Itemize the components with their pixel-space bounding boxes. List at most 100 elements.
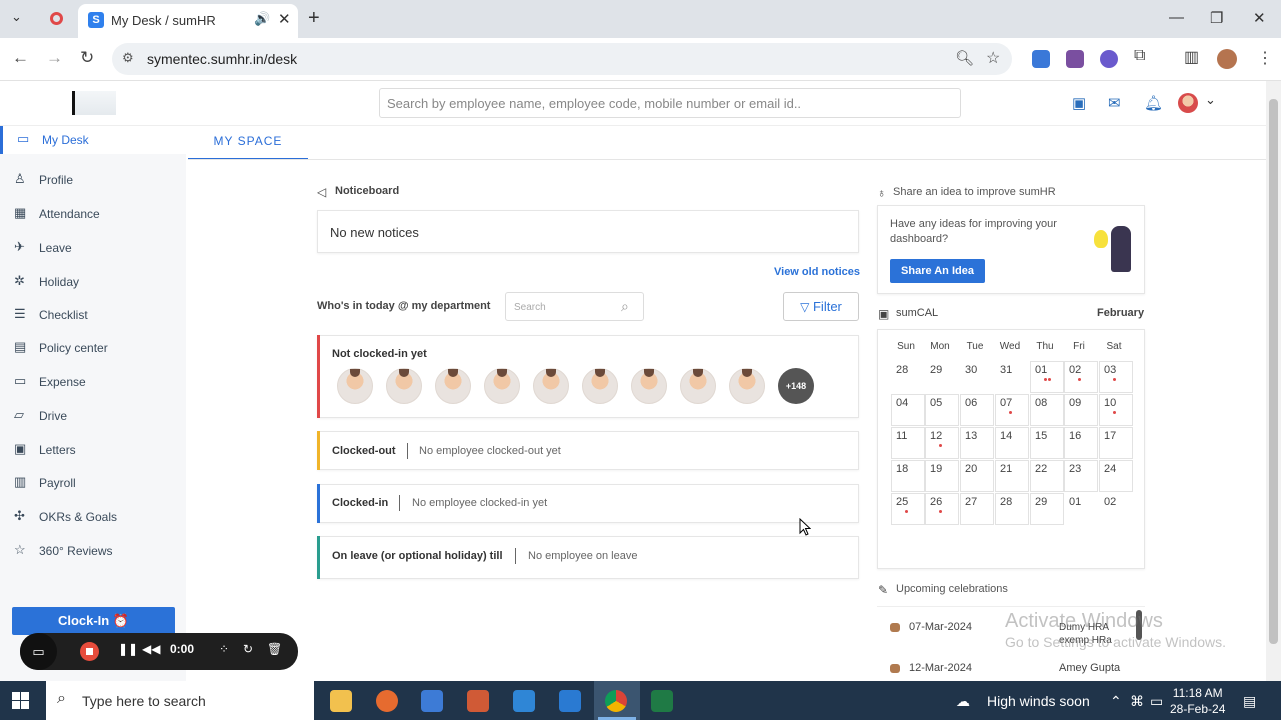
calendar-day[interactable]: 04 [891, 394, 925, 426]
calendar-day[interactable]: 03 [1099, 361, 1133, 393]
calendar-day[interactable]: 21 [995, 460, 1029, 492]
extensions-puzzle-icon[interactable]: ⧉ [1134, 47, 1145, 65]
calendar-day[interactable]: 23 [1064, 460, 1098, 492]
side-panel-icon[interactable]: ▥ [1184, 47, 1199, 67]
calendar-day[interactable]: 19 [925, 460, 959, 492]
grid-icon[interactable]: ⁘ [219, 642, 229, 656]
tab-my-space[interactable]: MY SPACE [188, 126, 308, 160]
page-scrollbar[interactable] [1266, 81, 1281, 681]
extension-gear-icon[interactable] [1100, 50, 1118, 68]
calendar-day[interactable]: 14 [995, 427, 1029, 459]
sidebar-item-profile[interactable]: ♙ Profile [0, 166, 186, 194]
tab-search-chevron-icon[interactable]: ⌄ [11, 9, 22, 25]
browser-menu-icon[interactable]: ⋮ [1257, 48, 1273, 68]
windows-start-icon[interactable] [12, 692, 29, 709]
sidebar-item-checklist[interactable]: ☰ Checklist [0, 301, 186, 329]
rewind-icon[interactable]: ◀◀ [142, 642, 160, 656]
extension-screen-icon[interactable] [1032, 50, 1050, 68]
delete-icon[interactable]: 🗑︎ [267, 642, 282, 656]
taskbar-clock[interactable]: 11:18 AM 28-Feb-24 [1170, 685, 1225, 717]
sidebar-item-letters[interactable]: ▣ Letters [0, 436, 186, 464]
sidebar-item-my-desk[interactable]: ▭ My Desk [0, 126, 186, 154]
calendar-day[interactable]: 25 [891, 493, 925, 525]
sumhr-logo[interactable] [72, 91, 116, 115]
network-icon[interactable]: ⌘ [1130, 693, 1144, 710]
sidebar-item-360-reviews[interactable]: ☆ 360° Reviews [0, 537, 186, 565]
sidebar-item-attendance[interactable]: ▦ Attendance [0, 200, 186, 228]
sidebar-item-policy-center[interactable]: ▤ Policy center [0, 334, 186, 362]
bookmark-star-icon[interactable]: ☆ [986, 48, 1000, 68]
sidebar-item-expense[interactable]: ▭ Expense [0, 368, 186, 396]
audio-icon[interactable]: 🔊 [254, 11, 270, 27]
zoom-icon[interactable]: 🔍︎ [955, 49, 974, 67]
employee-avatar[interactable] [533, 368, 569, 404]
sidebar-item-drive[interactable]: ▱ Drive [0, 402, 186, 430]
mail-icon[interactable]: ✉ [1108, 94, 1121, 112]
employee-avatar[interactable] [435, 368, 471, 404]
powerpoint-icon[interactable] [467, 690, 489, 712]
reload-icon[interactable]: ↻ [80, 48, 94, 68]
back-icon[interactable]: ← [12, 48, 29, 68]
address-url[interactable]: symentec.sumhr.in/desk [147, 51, 297, 67]
calendar-day[interactable]: 02 [1064, 361, 1098, 393]
share-idea-button[interactable]: Share An Idea [890, 259, 985, 283]
calendar-day[interactable]: 27 [960, 493, 994, 525]
restart-icon[interactable]: ↻ [243, 642, 253, 656]
calendar-day[interactable]: 20 [960, 460, 994, 492]
profile-avatar[interactable] [1217, 49, 1237, 69]
calendar-day[interactable]: 12 [925, 427, 959, 459]
calendar-day[interactable]: 07 [995, 394, 1029, 426]
employee-search-input[interactable]: Search by employee name, employee code, … [379, 88, 961, 118]
calendar-day[interactable]: 11 [891, 427, 925, 459]
clock-in-button[interactable]: Clock-In ⏰ [12, 607, 175, 635]
sidebar-item-okrs-goals[interactable]: ✣ OKRs & Goals [0, 503, 186, 531]
department-search-input[interactable]: Search ⌕ [505, 292, 644, 321]
search-icon[interactable]: ⌕ [621, 298, 629, 315]
employee-avatar[interactable] [582, 368, 618, 404]
calculator-icon[interactable] [421, 690, 443, 712]
employee-avatar[interactable] [337, 368, 373, 404]
pause-icon[interactable]: ❚❚ [118, 642, 138, 656]
new-tab-icon[interactable]: + [308, 7, 320, 30]
employee-avatar[interactable] [484, 368, 520, 404]
maximize-icon[interactable]: ❐ [1210, 9, 1223, 27]
browser-tab[interactable]: S My Desk / sumHR 🔊 ✕ [78, 4, 298, 38]
taskbar-search-box[interactable]: ⌕ Type here to search [46, 681, 314, 720]
stop-recording-button[interactable] [80, 642, 99, 661]
calendar-day[interactable]: 06 [960, 394, 994, 426]
firefox-icon[interactable] [376, 690, 398, 712]
weather-text[interactable]: High winds soon [987, 693, 1090, 709]
user-menu-chevron-icon[interactable]: ⌄ [1205, 92, 1216, 108]
file-explorer-icon[interactable] [330, 690, 352, 712]
calendar-day[interactable]: 09 [1064, 394, 1098, 426]
calendar-day[interactable]: 01 [1030, 361, 1064, 393]
employee-avatar[interactable] [631, 368, 667, 404]
minimize-icon[interactable]: — [1169, 9, 1184, 26]
calendar-day[interactable]: 08 [1030, 394, 1064, 426]
user-avatar[interactable] [1178, 93, 1198, 113]
chrome-icon[interactable] [605, 690, 627, 712]
calendar-day[interactable]: 10 [1099, 394, 1133, 426]
employee-avatar[interactable] [680, 368, 716, 404]
battery-icon[interactable]: ▭ [1150, 693, 1163, 710]
employee-avatar[interactable] [729, 368, 765, 404]
address-bar[interactable]: ⚙ symentec.sumhr.in/desk 🔍︎ ☆ [112, 43, 1012, 75]
more-employees-badge[interactable]: +148 [778, 368, 814, 404]
calendar-day[interactable]: 17 [1099, 427, 1133, 459]
tray-chevron-icon[interactable]: ⌃ [1110, 693, 1122, 710]
weather-icon[interactable]: ☁ [956, 693, 970, 710]
excel-icon[interactable] [651, 690, 673, 712]
attendance-request-icon[interactable]: ▣ [1072, 94, 1086, 112]
calendar-day[interactable]: 18 [891, 460, 925, 492]
calendar-day[interactable]: 22 [1030, 460, 1064, 492]
camera-icon[interactable]: ▭ [20, 633, 57, 670]
mail-app-icon[interactable] [513, 690, 535, 712]
calendar-day[interactable]: 05 [925, 394, 959, 426]
page-scrollbar-thumb[interactable] [1269, 99, 1278, 644]
sidebar-item-leave[interactable]: ✈ Leave [0, 234, 186, 262]
filter-button[interactable]: ▽ Filter [783, 292, 859, 321]
close-window-icon[interactable]: ✕ [1253, 9, 1266, 27]
calendar-day[interactable]: 24 [1099, 460, 1133, 492]
notification-bell-icon[interactable]: 🔔︎ [1144, 94, 1163, 112]
forward-icon[interactable]: → [46, 48, 63, 68]
